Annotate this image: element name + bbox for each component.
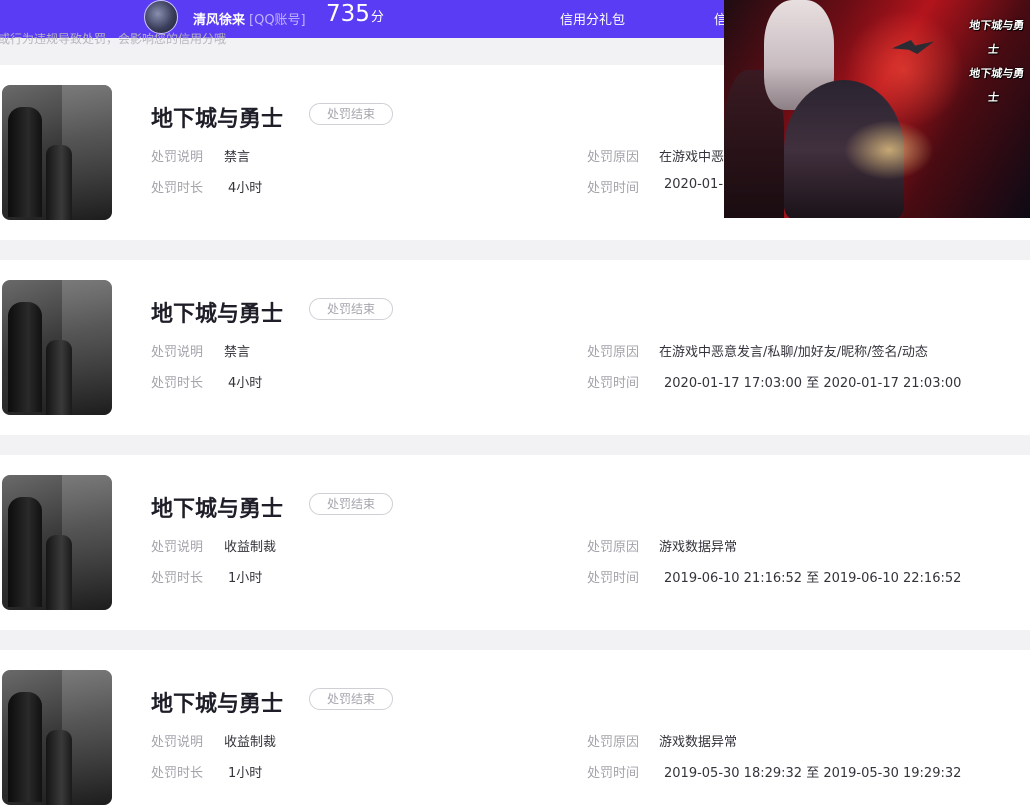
desc-value: 收益制裁	[224, 540, 277, 555]
penalty-record: 地下城与勇士 处罚结束 处罚说明 收益制裁 处罚时长 1小时 处罚原因 游戏数据…	[0, 455, 1030, 630]
time-value: 2020-01-1	[664, 177, 732, 192]
desc-label: 处罚说明	[151, 735, 204, 750]
desc-label: 处罚说明	[151, 150, 204, 165]
reason-value: 在游戏中恶意发言/私聊/加好友/昵称/签名/动态	[659, 345, 928, 360]
game-title: 地下城与勇士	[151, 107, 284, 132]
duration-value: 1小时	[228, 571, 263, 586]
desc-value: 禁言	[224, 150, 251, 165]
reason-value: 游戏数据异常	[659, 540, 738, 555]
status-badge: 处罚结束	[309, 298, 393, 320]
game-thumbnail	[2, 475, 112, 610]
desc-value: 禁言	[224, 345, 251, 360]
game-logo-line: 地下城与勇士	[968, 67, 1026, 104]
status-badge: 处罚结束	[309, 688, 393, 710]
time-value: 2019-06-10 21:16:52 至 2019-06-10 22:16:5…	[664, 571, 962, 586]
game-thumbnail	[2, 280, 112, 415]
reason-value: 游戏数据异常	[659, 735, 738, 750]
time-value: 2020-01-17 17:03:00 至 2020-01-17 21:03:0…	[664, 376, 962, 391]
reason-label: 处罚原因	[587, 735, 640, 750]
desc-value: 收益制裁	[224, 735, 277, 750]
time-label: 处罚时间	[587, 571, 640, 586]
duration-label: 处罚时长	[151, 571, 204, 586]
game-thumbnail	[2, 85, 112, 220]
desc-label: 处罚说明	[151, 540, 204, 555]
notice-text: 或行为违规导致处罚，会影响您的信用分哦	[0, 32, 227, 46]
game-logo-line: 地下城与勇士	[968, 19, 1026, 56]
account-type: [QQ账号]	[249, 13, 306, 28]
time-value: 2019-05-30 18:29:32 至 2019-05-30 19:29:3…	[664, 766, 962, 781]
duration-value: 1小时	[228, 766, 263, 781]
time-label: 处罚时间	[587, 766, 640, 781]
game-title: 地下城与勇士	[151, 692, 284, 717]
reason-value: 在游戏中恶	[659, 150, 725, 165]
penalty-record: 地下城与勇士 处罚结束 处罚说明 禁言 处罚时长 4小时 处罚原因 在游戏中恶意…	[0, 260, 1030, 435]
duration-label: 处罚时长	[151, 766, 204, 781]
credit-score: 735分	[326, 1, 384, 27]
username: 清风徐来	[193, 13, 246, 28]
duration-value: 4小时	[228, 181, 263, 196]
reason-label: 处罚原因	[587, 150, 640, 165]
game-title: 地下城与勇士	[151, 497, 284, 522]
reason-label: 处罚原因	[587, 345, 640, 360]
reason-label: 处罚原因	[587, 540, 640, 555]
time-label: 处罚时间	[587, 181, 640, 196]
status-badge: 处罚结束	[309, 493, 393, 515]
duration-value: 4小时	[228, 376, 263, 391]
game-promo-art: 地下城与勇士 地下城与勇士	[724, 0, 1030, 218]
score-unit: 分	[370, 10, 384, 25]
game-thumbnail	[2, 670, 112, 805]
game-title: 地下城与勇士	[151, 302, 284, 327]
avatar[interactable]	[144, 0, 178, 34]
credit-gift-link[interactable]: 信用分礼包	[560, 9, 625, 28]
penalty-record: 地下城与勇士 处罚结束 处罚说明 收益制裁 处罚时长 1小时 处罚原因 游戏数据…	[0, 650, 1030, 806]
score-value: 735	[326, 1, 370, 27]
status-badge: 处罚结束	[309, 103, 393, 125]
game-logo: 地下城与勇士 地下城与勇士	[964, 14, 1026, 110]
time-label: 处罚时间	[587, 376, 640, 391]
duration-label: 处罚时长	[151, 376, 204, 391]
duration-label: 处罚时长	[151, 181, 204, 196]
user-info: 清风徐来 [QQ账号]	[193, 9, 306, 28]
desc-label: 处罚说明	[151, 345, 204, 360]
